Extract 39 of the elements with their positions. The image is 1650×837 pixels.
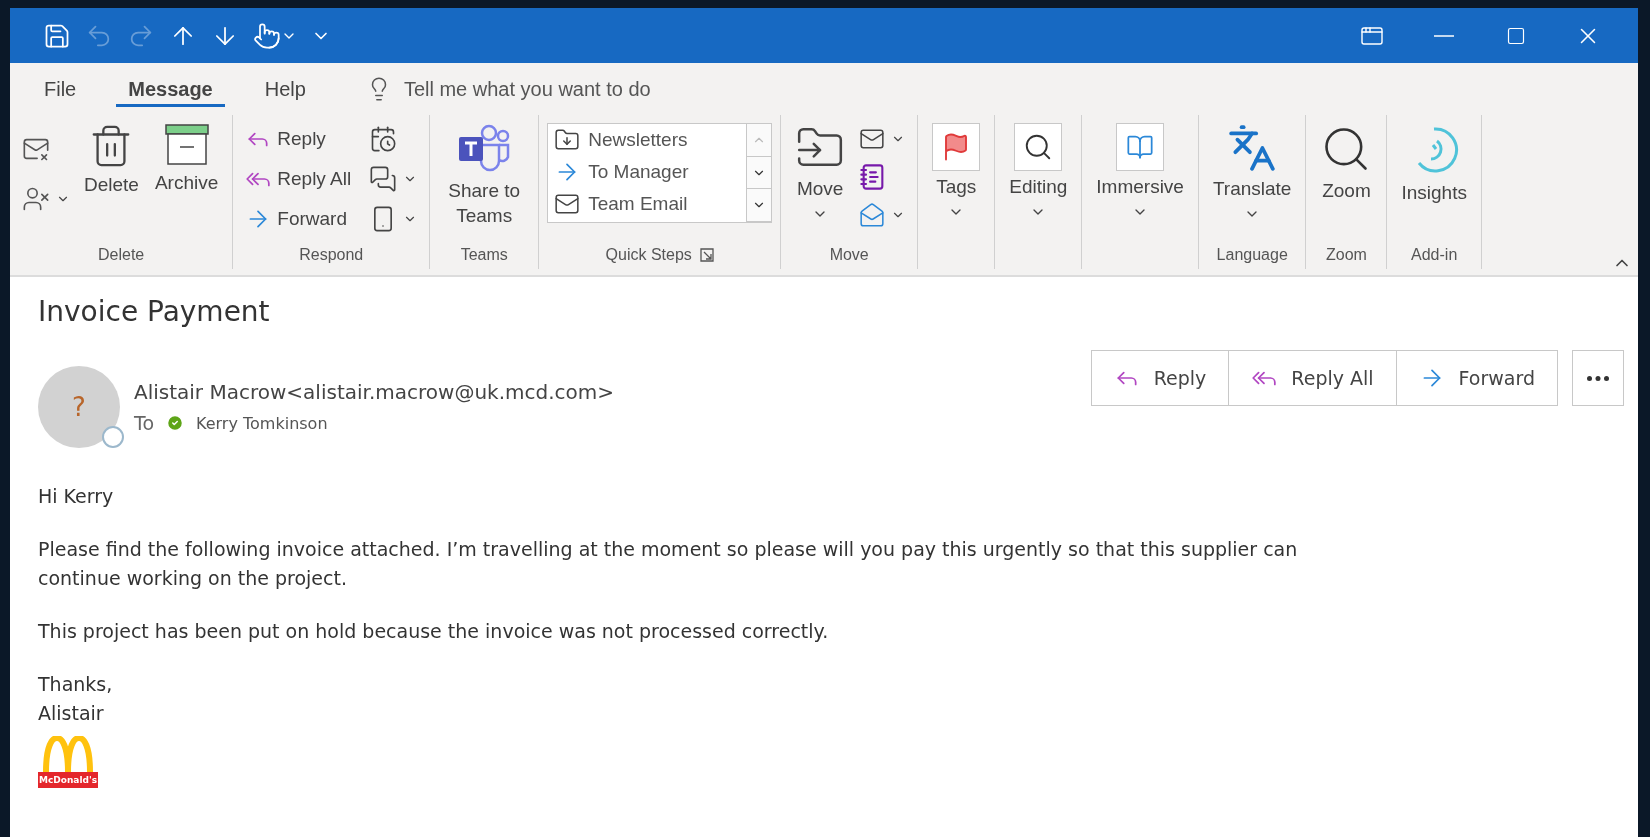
sender: Alistair Macrow<alistair.macrow@uk.mcd.com> — [134, 380, 614, 404]
move-button[interactable]: Move — [789, 121, 852, 224]
archive-button[interactable]: Archive — [148, 121, 225, 198]
group-label: Respond — [299, 246, 364, 264]
ribbon-button[interactable]: Share to Teams — [438, 121, 531, 231]
body-paragraph: Hi Kerry — [38, 484, 115, 509]
group-label: Teams — [460, 246, 508, 264]
delete-button[interactable]: Delete — [78, 121, 145, 200]
menu-tab[interactable]: Message — [116, 71, 225, 107]
reply-button[interactable]: Reply — [241, 121, 356, 157]
group-label: Delete — [98, 246, 145, 264]
email-subject: Invoice Payment — [38, 295, 271, 328]
group-label: Add-in — [1411, 246, 1458, 264]
body-paragraph: This project has been put on hold because the invoice was not processed correctly. — [38, 619, 830, 644]
to-label: To — [134, 412, 154, 434]
ribbon-button[interactable]: Insights — [1395, 121, 1473, 208]
ribbon-button[interactable]: Editing — [1003, 121, 1074, 222]
reply-all-button[interactable]: Reply All — [241, 161, 356, 197]
logo-text: McDonald's — [38, 772, 98, 788]
group-label: Quick Steps — [605, 246, 692, 264]
quick-step-item[interactable]: To Manager — [552, 156, 743, 188]
recipient[interactable]: Kerry Tomkinson — [196, 413, 328, 433]
group-label: Zoom — [1326, 246, 1367, 264]
ribbon-button[interactable]: Immersive — [1090, 121, 1190, 222]
signoff-line: Alistair — [38, 701, 105, 726]
menu-tab[interactable]: File — [32, 71, 89, 107]
ribbon-button[interactable]: Zoom — [1314, 121, 1379, 206]
tell-me-field[interactable]: Tell me what you want to do — [401, 76, 726, 102]
quick-step-item[interactable]: Team Email — [552, 188, 743, 220]
group-label: Language — [1216, 246, 1288, 264]
ribbon-button[interactable]: Tags — [926, 121, 987, 222]
signoff-line: Thanks, — [38, 672, 114, 697]
forward-button[interactable]: Forward — [241, 201, 356, 237]
group-label: Move — [829, 246, 869, 264]
avatar-initial: ? — [72, 392, 86, 422]
menu-tab[interactable]: Help — [252, 71, 318, 107]
ribbon-button[interactable]: Translate — [1206, 121, 1298, 224]
body-paragraph: Please find the following invoice attached. I’m travelling at the moment so please will you pay this urgently so that this supplier can continue working on the project. — [38, 537, 1298, 591]
quick-step-item[interactable]: Newsletters — [552, 124, 743, 156]
